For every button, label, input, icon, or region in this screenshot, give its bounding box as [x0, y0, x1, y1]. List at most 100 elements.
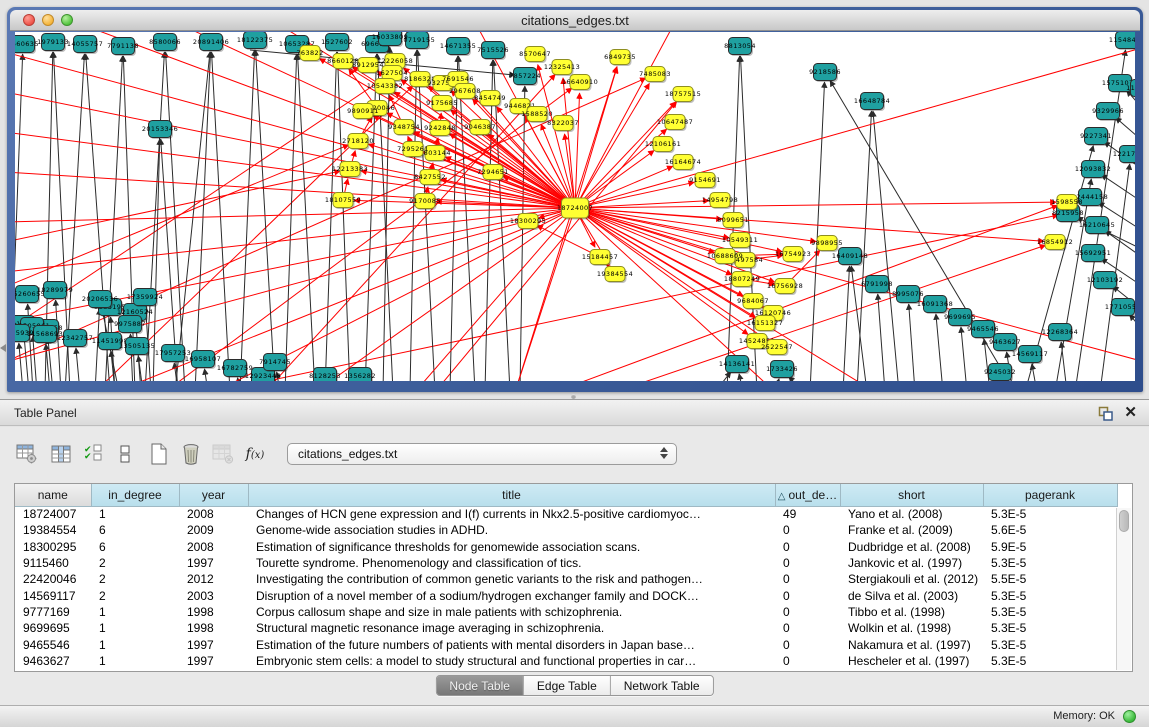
tab-edge-table[interactable]: Edge Table	[523, 676, 610, 695]
graph-node-teal[interactable]: 12268364	[1042, 324, 1078, 343]
graph-node-teal[interactable]: 1733426	[766, 361, 798, 380]
column-check-icon[interactable]: ✔✔	[80, 441, 106, 467]
table-cell: 9699695	[15, 620, 91, 636]
graph-node-teal[interactable]: 1979133	[37, 34, 69, 53]
graph-node-teal[interactable]: 12217987	[1113, 146, 1135, 165]
new-column-icon[interactable]	[146, 441, 172, 467]
graph-node-label: 8322037	[547, 119, 579, 127]
graph-node-teal[interactable]: 20153346	[142, 121, 178, 140]
table-row[interactable]: 1456911722003Disruption of a novel membe…	[15, 587, 1117, 603]
table-scrollbar[interactable]	[1116, 508, 1131, 670]
node-table-grid[interactable]: namein_degreeyeartitle△out_de…shortpager…	[15, 484, 1118, 669]
column-header-title[interactable]: title	[248, 484, 775, 506]
table-cell: 1	[91, 506, 179, 522]
table-row[interactable]: 1938455462009Genome-wide association stu…	[15, 522, 1117, 538]
graph-node-yellow[interactable]: 12106161	[645, 137, 681, 154]
function-builder-icon[interactable]: f(x)	[242, 441, 268, 467]
column-header-year[interactable]: year	[179, 484, 248, 506]
graph-node-label: 12268364	[1042, 328, 1078, 336]
import-table-icon[interactable]	[210, 441, 236, 467]
graph-node-teal[interactable]: 9218586	[809, 64, 841, 83]
graph-node-yellow[interactable]: 9898955	[811, 236, 843, 253]
graph-node-teal[interactable]: 9227341	[1080, 128, 1112, 147]
graph-node-yellow[interactable]: 763822	[296, 46, 323, 63]
graph-node-teal[interactable]: 14671355	[440, 38, 476, 57]
graph-node-yellow[interactable]: 19384554	[597, 267, 633, 284]
graph-node-yellow[interactable]: 16164674	[665, 155, 701, 172]
graph-node-label: 20206536	[82, 295, 118, 303]
table-row[interactable]: 1830029562008Estimation of significance …	[15, 539, 1117, 555]
graph-node-yellow[interactable]: 12213383	[332, 162, 368, 179]
graph-node-yellow[interactable]: 10647487	[657, 115, 693, 132]
column-header-short[interactable]: short	[840, 484, 983, 506]
graph-node-yellow[interactable]: 12325413	[544, 60, 580, 77]
table-cell: Tibbo et al. (1998)	[840, 604, 983, 620]
delete-column-icon[interactable]	[178, 441, 204, 467]
graph-node-label: 1598558	[1051, 198, 1083, 206]
graph-node-teal[interactable]: 20891406	[193, 34, 229, 53]
graph-node-yellow[interactable]: 18757515	[665, 87, 701, 104]
graph-node-teal[interactable]: 17710554	[1105, 299, 1135, 318]
graph-node-yellow[interactable]: 6849735	[604, 50, 636, 67]
graph-node-teal[interactable]: 7515526	[477, 42, 509, 61]
table-cell: Embryonic stem cells: a model to study s…	[248, 653, 775, 669]
graph-node-yellow[interactable]: 18724007	[557, 198, 593, 220]
graph-node-teal[interactable]: 7791138	[107, 38, 139, 57]
collapse-left-panel-icon[interactable]	[0, 344, 6, 352]
graph-node-teal[interactable]: 12093832	[1075, 161, 1111, 180]
graph-node-yellow[interactable]: 16640910	[562, 75, 598, 92]
float-panel-icon[interactable]	[1098, 406, 1113, 421]
table-mode-icon[interactable]	[14, 441, 40, 467]
show-columns-icon[interactable]	[48, 441, 74, 467]
window-titlebar[interactable]: citations_edges.txt	[10, 10, 1140, 31]
graph-node-teal[interactable]: 11548408	[1109, 32, 1135, 50]
graph-node-yellow[interactable]: 8570647	[519, 47, 551, 64]
graph-node-yellow[interactable]: 9154691	[689, 173, 721, 190]
graph-node-teal[interactable]: 14136141	[719, 356, 755, 375]
table-cell: 9463627	[15, 653, 91, 669]
table-row[interactable]: 2242004622012Investigating the contribut…	[15, 571, 1117, 587]
table-row[interactable]: 1872400712008Changes of HCN gene express…	[15, 506, 1117, 522]
network-canvas[interactable]: 26606351979133140557577791138 8580066 2089…	[15, 32, 1135, 381]
graph-node-teal[interactable]: 18122375	[237, 32, 273, 50]
graph-node-yellow[interactable]: 10549311	[722, 233, 758, 250]
graph-node-yellow[interactable]: 8427552	[414, 170, 446, 187]
table-row[interactable]: 911546021997Tourette syndrome. Phenomeno…	[15, 555, 1117, 571]
column-header-in_degree[interactable]: in_degree	[91, 484, 179, 506]
graph-node-teal[interactable]: 8580066	[149, 34, 181, 53]
tab-network-table[interactable]: Network Table	[610, 676, 713, 695]
graph-node-yellow[interactable]: 9175685	[426, 96, 458, 113]
column-header-pagerank[interactable]: pagerank	[983, 484, 1117, 506]
table-row[interactable]: 946554611997Estimation of the future num…	[15, 636, 1117, 652]
graph-node-teal[interactable]: 6791998	[861, 276, 893, 295]
scrollbar-thumb[interactable]	[1119, 510, 1129, 532]
graph-node-yellow[interactable]: 16754923	[775, 247, 811, 264]
graph-node-teal[interactable]: 8128253	[309, 368, 341, 382]
graph-node-teal[interactable]: 9329966	[1092, 103, 1124, 122]
table-selector-dropdown[interactable]: citations_edges.txt	[287, 443, 677, 465]
close-panel-icon[interactable]: ✕	[1124, 403, 1137, 421]
graph-node-teal[interactable]: 8813054	[724, 38, 756, 57]
graph-node-teal[interactable]: 2660635	[15, 36, 39, 55]
column-header-out_de[interactable]: △out_de…	[775, 484, 840, 506]
graph-node-label: 9245032	[984, 368, 1016, 376]
graph-node-teal[interactable]: 1527602	[321, 34, 353, 53]
table-row[interactable]: 977716911998Corpus callosum shape and si…	[15, 604, 1117, 620]
graph-node-teal[interactable]: 20206536	[82, 291, 118, 310]
graph-node-yellow[interactable]: 2718120	[342, 134, 374, 151]
graph-node-teal[interactable]: 16091368	[917, 296, 953, 315]
graph-node-teal[interactable]: 14055757	[67, 36, 103, 55]
graph-node-teal[interactable]: 1356282	[344, 368, 376, 382]
tab-node-table[interactable]: Node Table	[436, 676, 523, 695]
graph-node-teal[interactable]: 16648784	[854, 93, 890, 112]
column-header-name[interactable]: name	[15, 484, 91, 506]
graph-node-teal[interactable]: 7857224	[509, 68, 541, 87]
table-row[interactable]: 969969511998Structural magnetic resonanc…	[15, 620, 1117, 636]
graph-node-yellow[interactable]: 8099651	[717, 213, 749, 230]
row-height-icon[interactable]	[112, 441, 138, 467]
graph-node-teal[interactable]: 15692951	[1075, 245, 1111, 264]
table-row[interactable]: 946362711997Embryonic stem cells: a mode…	[15, 653, 1117, 669]
graph-node-yellow[interactable]: 15184457	[582, 250, 618, 267]
memory-ok-icon[interactable]	[1123, 710, 1136, 723]
graph-node-teal[interactable]: 9245032	[984, 364, 1016, 382]
